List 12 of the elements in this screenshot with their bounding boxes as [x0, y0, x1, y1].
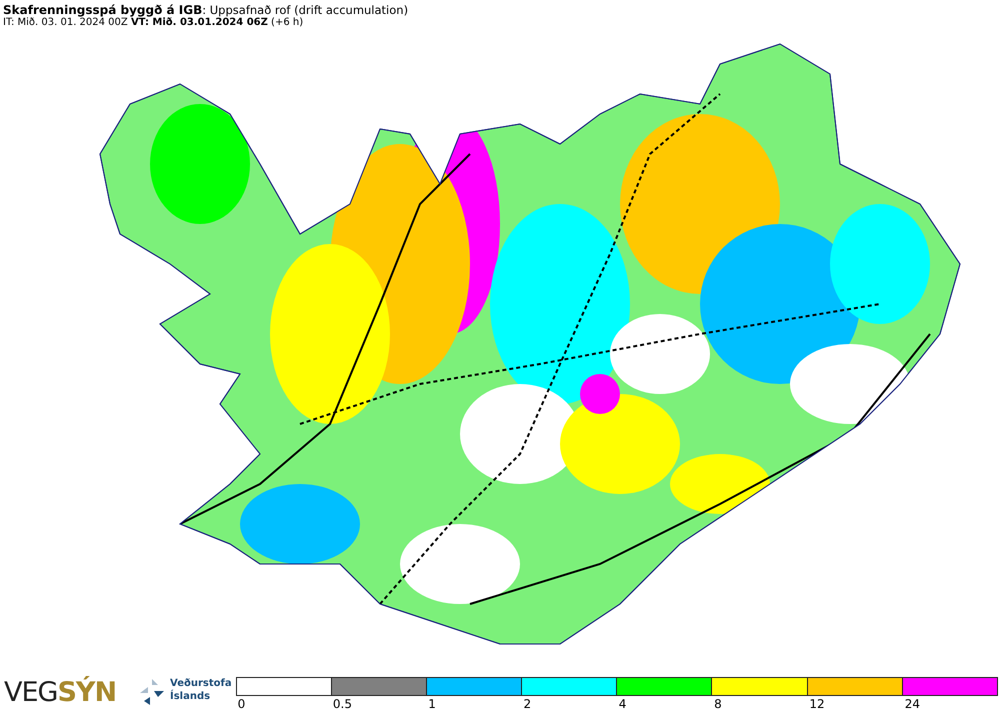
scale-label: 0	[238, 696, 246, 709]
scale-label: 2	[524, 696, 532, 709]
met-office-logo: Veðurstofa Íslands	[170, 677, 232, 703]
scale-label: 12	[809, 696, 826, 709]
scale-label: 8	[714, 696, 723, 709]
forecast-time: IT: Mið. 03. 01. 2024 00Z VT: Mið. 03.01.2024 06Z (+6 h)	[3, 17, 304, 29]
scale-label: 4	[618, 696, 628, 709]
scale-label: 1	[428, 696, 437, 709]
scale-label: 0.5	[332, 696, 353, 709]
vegsyn-logo: VEGSÝN	[4, 677, 118, 708]
map-title: Skafrenningsspá byggð á IGB: Uppsafnað rof (drift accumulation)	[3, 4, 410, 17]
scale-label: 24	[904, 696, 921, 709]
